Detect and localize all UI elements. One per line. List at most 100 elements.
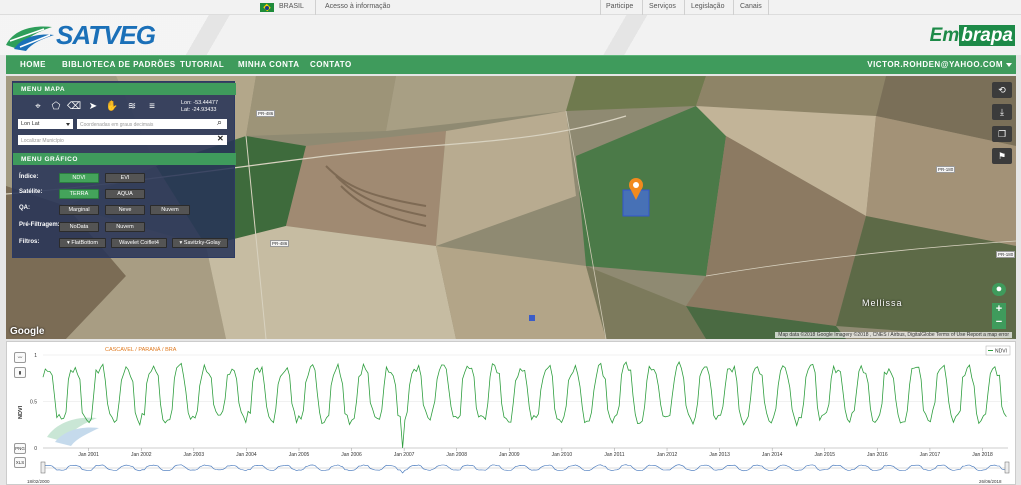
- qa-nuvem-button[interactable]: Nuvem: [150, 205, 190, 215]
- satveg-leaf-logo-icon[interactable]: [4, 23, 56, 51]
- x-tick-label: Jan 2012: [657, 452, 678, 458]
- chart-watermark: [47, 417, 99, 446]
- layers-icon[interactable]: ≋: [125, 101, 139, 112]
- layers-alt-icon[interactable]: ≡: [145, 101, 159, 112]
- range-handle-left[interactable]: [40, 461, 46, 474]
- chart-title: CASCAVEL / PARANÁ / BRA: [105, 346, 177, 353]
- target-icon[interactable]: ⌖: [31, 101, 45, 112]
- menu-mapa-title: MENU MAPA: [13, 83, 236, 95]
- road-label: PR-486: [270, 240, 290, 247]
- legend[interactable]: NDVI: [985, 345, 1011, 356]
- qa-neve-button[interactable]: Neve: [105, 205, 145, 215]
- range-end-date: 26/06/2018: [979, 479, 1002, 484]
- filter-flatbottom-button[interactable]: ▾ FlatBottom: [59, 238, 106, 248]
- x-tick-label: Jan 2006: [341, 452, 362, 458]
- gov-info-link[interactable]: Acesso à informação: [325, 3, 390, 10]
- gov-canais-link[interactable]: Canais: [740, 3, 762, 10]
- y-axis-label: NDVI: [18, 405, 24, 419]
- x-tick-label: Jan 2010: [552, 452, 573, 458]
- main-nav: HOME BIBLIOTECA DE PADRÕES TUTORIAL MINH…: [6, 55, 1016, 74]
- x-tick-label: Jan 2018: [972, 452, 993, 458]
- terra-button[interactable]: TERRA: [59, 189, 99, 199]
- x-tick-label: Jan 2017: [920, 452, 941, 458]
- lat-readout: Lat: -24.93433: [181, 107, 217, 113]
- place-label: Mellissa: [862, 298, 903, 308]
- x-tick-label: Jan 2002: [131, 452, 152, 458]
- nav-tutorial[interactable]: TUTORIAL: [180, 60, 224, 69]
- x-tick-label: Jan 2005: [289, 452, 310, 458]
- x-tick-label: Jan 2016: [867, 452, 888, 458]
- ndvi-chart: CASCAVEL / PARANÁ / BRA NDVI 0 0.5 1 Jan 2…: [18, 345, 1011, 484]
- range-start-date: 18/02/2000: [27, 479, 50, 484]
- filter-savitzky-button[interactable]: ▾ Savitzky-Golay: [172, 238, 228, 248]
- hand-icon[interactable]: ✋: [105, 101, 119, 112]
- x-tick-label: Jan 2011: [604, 452, 624, 458]
- copy-icon[interactable]: ❐: [992, 126, 1012, 142]
- road-label: PR-180: [996, 251, 1016, 258]
- pre-nodata-button[interactable]: NoData: [59, 222, 99, 232]
- ndvi-chart-panel: 〰 ▮ PNG XLS CASCAVEL / PARANÁ / BRA NDVI…: [6, 341, 1016, 485]
- flag-icon[interactable]: ⚑: [992, 148, 1012, 164]
- aqua-button[interactable]: AQUA: [105, 189, 145, 199]
- eraser-icon[interactable]: ⌫: [67, 101, 81, 112]
- google-logo: Google: [10, 326, 45, 337]
- y-tick-label: 1: [34, 353, 37, 359]
- x-tick-label: Jan 2014: [762, 452, 783, 458]
- lon-readout: Lon: -53.44477: [181, 100, 219, 106]
- pre-filtragem-label: Pré-Filtragem:: [19, 222, 60, 228]
- coord-type-select[interactable]: Lon Lat: [18, 119, 73, 129]
- satveg-logo-text[interactable]: SATVEG: [56, 20, 156, 51]
- qa-label: QA:: [19, 205, 30, 211]
- close-icon[interactable]: ✕: [217, 134, 224, 143]
- x-tick-label: Jan 2007: [394, 452, 415, 458]
- polygon-icon[interactable]: ⬠: [49, 101, 63, 112]
- evi-button[interactable]: EVI: [105, 173, 145, 183]
- nav-biblioteca[interactable]: BIBLIOTECA DE PADRÕES: [62, 60, 176, 69]
- ndvi-button[interactable]: NDVI: [59, 173, 99, 183]
- menu-grafico-title: MENU GRÁFICO: [13, 153, 236, 165]
- nav-contato[interactable]: CONTATO: [310, 60, 352, 69]
- embrapa-logo[interactable]: Em brapa: [930, 25, 1015, 47]
- search-icon[interactable]: ⌕: [217, 117, 222, 128]
- filtros-label: Filtros:: [19, 239, 40, 245]
- zoom-in-button[interactable]: +: [992, 303, 1006, 316]
- x-tick-label: Jan 2015: [814, 452, 835, 458]
- x-tick-label: Jan 2001: [78, 452, 99, 458]
- range-navigator[interactable]: [40, 461, 1010, 474]
- nav-home[interactable]: HOME: [20, 60, 46, 69]
- gov-servicos-link[interactable]: Serviços: [649, 3, 676, 10]
- gov-participe-link[interactable]: Participe: [606, 3, 633, 10]
- nav-minha-conta[interactable]: MINHA CONTA: [238, 60, 300, 69]
- zoom-out-button[interactable]: −: [992, 316, 1006, 329]
- filter-wavelet-button[interactable]: Wavelet Coiflet4: [111, 238, 167, 248]
- map-attribution[interactable]: Map data ©2018 Google Imagery ©2018 , CN…: [775, 332, 1012, 338]
- user-menu[interactable]: VICTOR.ROHDEN@YAHOO.COM: [867, 60, 1012, 69]
- coordinates-input[interactable]: Coordenadas em graus decimais: [77, 119, 227, 129]
- indice-label: Índice:: [19, 174, 39, 180]
- ndvi-series-line: [42, 361, 1007, 449]
- brazil-flag-icon: [260, 3, 274, 12]
- range-handle-right[interactable]: [1004, 461, 1010, 474]
- legend-label: NDVI: [995, 349, 1007, 355]
- road-label: PR-486: [256, 110, 276, 117]
- x-tick-label: Jan 2004: [236, 452, 257, 458]
- history-icon[interactable]: ⟲: [992, 82, 1012, 98]
- qa-marginal-button[interactable]: Marginal: [59, 205, 99, 215]
- pegman-icon[interactable]: ●: [992, 283, 1006, 296]
- satelite-label: Satélite:: [19, 189, 43, 195]
- x-tick-label: Jan 2013: [709, 452, 730, 458]
- x-tick-label: Jan 2003: [184, 452, 205, 458]
- menu-panel: MENU MAPA ⌖ ⬠ ⌫ ➤ ✋ ≋ ≡ Lon: -53.44477 L…: [12, 81, 236, 258]
- road-label: PR-180: [936, 166, 956, 173]
- pre-nuvem-button[interactable]: Nuvem: [105, 222, 145, 232]
- x-tick-label: Jan 2009: [499, 452, 520, 458]
- y-tick-label: 0: [34, 446, 37, 452]
- municipio-input[interactable]: Localizar Município: [18, 135, 227, 145]
- gov-country-link[interactable]: BRASIL: [279, 3, 304, 10]
- pointer-icon[interactable]: ➤: [86, 101, 100, 112]
- site-header: SATVEG Em brapa: [0, 15, 1021, 55]
- chevron-down-icon: [1006, 62, 1012, 67]
- gov-legislacao-link[interactable]: Legislação: [691, 3, 724, 10]
- download-icon[interactable]: ⤓: [992, 104, 1012, 120]
- gov-bar: BRASIL Acesso à informação Participe Ser…: [0, 0, 1021, 15]
